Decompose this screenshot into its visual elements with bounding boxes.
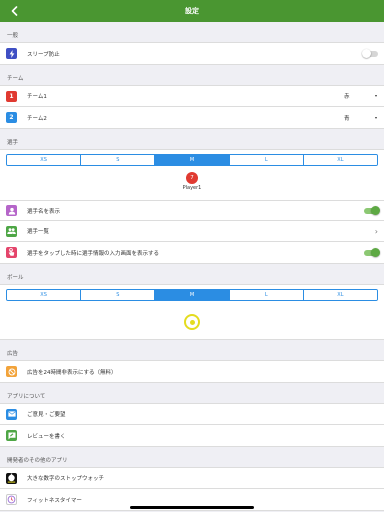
section-header-dev-apps: 開発者のその他のアプリ bbox=[7, 458, 68, 464]
player-group: XS S M L XL 7 Player1 選手名を表示 選手一覧 › 選手をタ… bbox=[0, 149, 384, 264]
section-header-about: アプリについて bbox=[7, 394, 46, 400]
general-group: スリープ防止 bbox=[0, 42, 384, 65]
stopwatch-app-label: 大きな数字のストップウォッチ bbox=[27, 476, 105, 482]
bolt-icon bbox=[6, 48, 17, 59]
tap-player-input-toggle[interactable] bbox=[364, 248, 380, 257]
fitness-timer-app-label: フィットネスタイマー bbox=[27, 497, 82, 504]
stopwatch-app-row[interactable]: 大きな数字のストップウォッチ bbox=[0, 468, 384, 489]
section-header-general: 一般 bbox=[7, 33, 19, 39]
caret-down-icon bbox=[375, 95, 377, 97]
fitness-timer-app-icon bbox=[6, 494, 17, 505]
review-icon bbox=[6, 430, 17, 441]
ball-size-s[interactable]: S bbox=[81, 290, 156, 300]
player-size-wrap: XS S M L XL bbox=[0, 150, 384, 170]
ball-size-l[interactable]: L bbox=[229, 290, 304, 300]
ads-group: 広告を24時間非表示にする（無料） bbox=[0, 360, 384, 383]
about-group: ご意見・ご要望 レビューを書く bbox=[0, 403, 384, 447]
show-player-name-row: 選手名を表示 bbox=[0, 200, 384, 221]
review-row[interactable]: レビューを書く bbox=[0, 425, 384, 446]
back-button[interactable] bbox=[6, 2, 22, 20]
player-preview: 7 Player1 bbox=[0, 170, 384, 200]
player-size-xs[interactable]: XS bbox=[7, 155, 82, 165]
mail-icon bbox=[6, 408, 17, 420]
tap-player-input-row: 選手をタップした時に選手情報の入力画面を表示する bbox=[0, 242, 384, 263]
player-list-label: 選手一覧 bbox=[27, 229, 50, 235]
tap-player-input-label: 選手をタップした時に選手情報の入力画面を表示する bbox=[27, 250, 160, 257]
nav-bar: 設定 bbox=[0, 0, 384, 22]
dev-apps-group: 大きな数字のストップウォッチ フィットネスタイマー bbox=[0, 467, 384, 511]
sleep-prevention-row: スリープ防止 bbox=[0, 43, 384, 64]
player-list-row[interactable]: 選手一覧 › bbox=[0, 221, 384, 242]
section-header-ball: ボール bbox=[7, 275, 24, 281]
team1-color-select[interactable]: 赤 bbox=[344, 92, 378, 100]
chevron-left-icon bbox=[11, 6, 17, 16]
ball-group: XS S M L XL bbox=[0, 284, 384, 340]
person-icon bbox=[6, 205, 17, 216]
player-size-segmented-control: XS S M L XL bbox=[6, 154, 378, 166]
player-size-m[interactable]: M bbox=[155, 155, 230, 165]
review-label: レビューを書く bbox=[27, 433, 66, 440]
show-player-name-toggle[interactable] bbox=[364, 206, 380, 215]
team2-label: チーム2 bbox=[27, 115, 47, 122]
ball-icon bbox=[184, 314, 200, 330]
team2-row: 2 チーム2 青 bbox=[0, 107, 384, 128]
section-header-ads: 広告 bbox=[7, 351, 19, 357]
team1-row: 1 チーム1 赤 bbox=[0, 86, 384, 107]
hide-ads-row[interactable]: 広告を24時間非表示にする（無料） bbox=[0, 361, 384, 382]
team2-color-value: 青 bbox=[344, 115, 350, 122]
people-icon bbox=[6, 225, 17, 237]
sleep-prevention-toggle[interactable] bbox=[362, 49, 378, 58]
ball-size-m[interactable]: M bbox=[155, 290, 230, 300]
caret-down-icon bbox=[375, 116, 377, 119]
team1-label: チーム1 bbox=[27, 94, 47, 100]
player-size-l[interactable]: L bbox=[229, 155, 304, 165]
sleep-prevention-label: スリープ防止 bbox=[27, 51, 60, 58]
player-preview-name: Player1 bbox=[182, 185, 202, 191]
stopwatch-app-icon bbox=[6, 472, 17, 484]
section-header-team: チーム bbox=[7, 76, 24, 82]
team2-badge: 2 bbox=[6, 112, 17, 123]
team1-color-value: 赤 bbox=[344, 94, 350, 100]
section-header-player: 選手 bbox=[7, 140, 19, 146]
player-preview-marker: 7 bbox=[186, 172, 198, 184]
feedback-row[interactable]: ご意見・ご要望 bbox=[0, 404, 384, 425]
ball-size-xl[interactable]: XL bbox=[303, 290, 377, 300]
player-size-xl[interactable]: XL bbox=[303, 155, 377, 165]
player-size-s[interactable]: S bbox=[81, 155, 156, 165]
ball-size-wrap: XS S M L XL bbox=[0, 285, 384, 305]
hide-ads-label: 広告を24時間非表示にする（無料） bbox=[27, 369, 117, 376]
feedback-label: ご意見・ご要望 bbox=[27, 412, 66, 418]
tap-hand-icon bbox=[6, 247, 17, 258]
chevron-right-icon: › bbox=[374, 226, 378, 236]
home-indicator bbox=[130, 506, 254, 509]
no-ads-icon bbox=[6, 366, 17, 377]
team2-color-select[interactable]: 青 bbox=[344, 114, 378, 122]
ball-preview bbox=[0, 305, 384, 339]
team1-badge: 1 bbox=[6, 90, 17, 102]
ball-size-xs[interactable]: XS bbox=[7, 290, 82, 300]
ball-size-segmented-control: XS S M L XL bbox=[6, 289, 378, 301]
show-player-name-label: 選手名を表示 bbox=[27, 208, 61, 215]
page-title: 設定 bbox=[185, 7, 199, 15]
team-group: 1 チーム1 赤 2 チーム2 青 bbox=[0, 85, 384, 129]
